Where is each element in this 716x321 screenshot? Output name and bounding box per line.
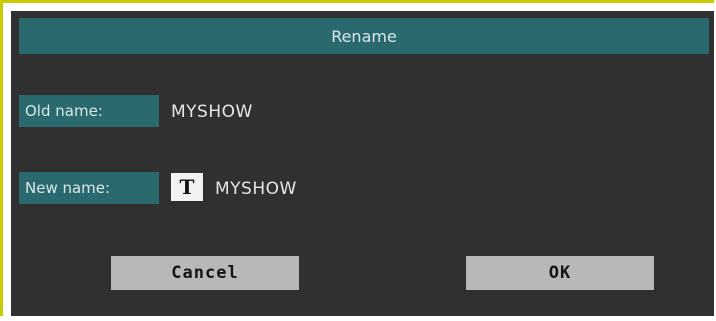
dialog-title: Rename <box>19 18 709 54</box>
rename-dialog: Rename Old name: MYSHOW New name: T MYSH… <box>0 0 714 316</box>
text-edit-icon[interactable]: T <box>171 173 203 201</box>
new-name-label: New name: <box>19 172 159 204</box>
old-name-label: Old name: <box>19 95 159 127</box>
old-name-value: MYSHOW <box>171 102 253 122</box>
cancel-button[interactable]: Cancel <box>111 256 299 290</box>
new-name-field[interactable]: MYSHOW <box>215 173 297 205</box>
ok-button[interactable]: OK <box>466 256 654 290</box>
